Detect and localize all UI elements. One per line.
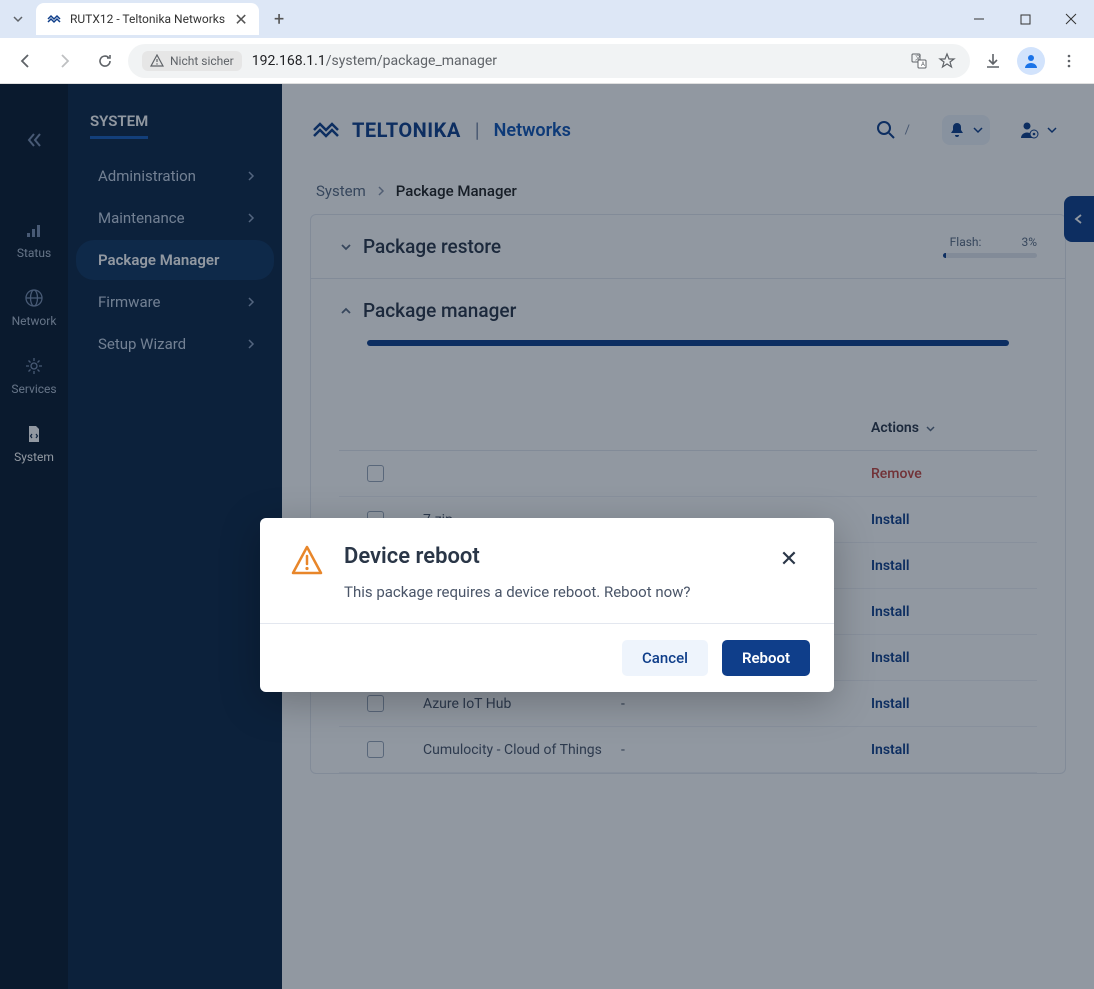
warning-icon [150,54,164,68]
cancel-button[interactable]: Cancel [622,640,708,676]
profile-button[interactable] [1014,44,1048,78]
modal-title: Device reboot [344,544,754,569]
svg-text:A: A [921,61,925,68]
modal-close-button[interactable]: ✕ [774,544,804,574]
tab-list-dropdown[interactable] [6,7,30,31]
nav-reload-button[interactable] [88,44,122,78]
url-text: 192.168.1.1/system/package_manager [252,53,497,69]
security-label: Nicht sicher [170,54,234,68]
browser-tab[interactable]: RUTX12 - Teltonika Networks ✕ [36,3,259,35]
downloads-icon[interactable] [976,44,1010,78]
bookmark-icon[interactable] [938,52,956,70]
window-minimize-button[interactable] [956,3,1002,35]
modal-text: This package requires a device reboot. R… [344,583,754,601]
reboot-button[interactable]: Reboot [722,640,810,676]
window-maximize-button[interactable] [1002,3,1048,35]
address-bar[interactable]: Nicht sicher 192.168.1.1/system/package_… [128,44,970,78]
new-tab-button[interactable]: + [265,5,293,33]
nav-back-button[interactable] [8,44,42,78]
modal-overlay[interactable]: Device reboot This package requires a de… [0,84,1094,989]
warning-icon [290,544,324,601]
tab-title: RUTX12 - Teltonika Networks [70,12,225,26]
reboot-modal: Device reboot This package requires a de… [260,518,834,692]
tab-close-icon[interactable]: ✕ [233,11,249,27]
security-chip[interactable]: Nicht sicher [142,51,242,71]
nav-forward-button[interactable] [48,44,82,78]
tab-favicon-icon [46,11,62,27]
browser-chrome: RUTX12 - Teltonika Networks ✕ + Nicht si… [0,0,1094,84]
browser-menu-icon[interactable] [1052,44,1086,78]
window-close-button[interactable] [1048,3,1094,35]
translate-icon[interactable]: 文A [910,52,928,70]
